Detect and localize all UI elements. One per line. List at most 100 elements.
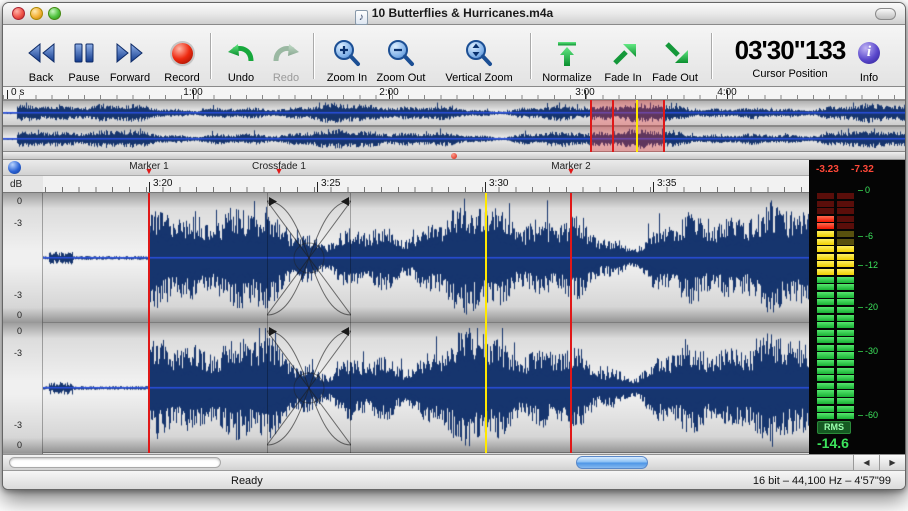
marker-triangle-icon[interactable]: ▼: [567, 166, 576, 176]
toolbar-separator: [210, 33, 211, 79]
zoom-out-icon: [386, 36, 416, 70]
rms-label: RMS: [817, 421, 851, 434]
marker-2-line-overview: [663, 100, 665, 152]
meter-scale-value: -30: [865, 346, 878, 356]
horizontal-scrollbar[interactable]: ◀ ▶: [3, 454, 905, 470]
main-edit-area: Marker 1 ▼ Crossfade 1 ▼ Marker 2 ▼ dB 3…: [3, 160, 905, 454]
db-value: 0: [17, 326, 22, 336]
meter-scale-value: -12: [865, 260, 878, 270]
waveform-channel-left[interactable]: [43, 193, 809, 323]
normalize-label: Normalize: [542, 72, 592, 84]
zoom-out-button[interactable]: Zoom Out: [373, 28, 429, 84]
zoom-out-label: Zoom Out: [377, 72, 426, 84]
peak-value-left: -3.23: [816, 164, 839, 175]
db-label: dB: [10, 179, 22, 190]
selection-region[interactable]: [591, 100, 664, 152]
crossfade-line-overview: [612, 100, 614, 152]
fade-in-button[interactable]: Fade In: [597, 28, 649, 84]
scroll-left-button[interactable]: ◀: [853, 455, 879, 471]
info-icon: i: [858, 36, 880, 70]
db-value: -3: [14, 290, 22, 300]
cursor-position-label: Cursor Position: [715, 68, 865, 80]
scrollbar-thumb[interactable]: [576, 456, 648, 469]
toolbar-separator: [711, 33, 712, 79]
overview-waveform-right[interactable]: [3, 127, 906, 151]
toolbar-separator: [313, 33, 314, 79]
vertical-zoom-icon: [464, 36, 494, 70]
meter-scale-value: -20: [865, 302, 878, 312]
redo-button[interactable]: Redo: [260, 28, 312, 84]
db-value: 0: [17, 196, 22, 206]
vertical-zoom-label: Vertical Zoom: [445, 72, 512, 84]
forward-label: Forward: [110, 72, 150, 84]
status-bar: Ready 16 bit – 44,100 Hz – 4'57"99: [3, 470, 905, 490]
crossfade-overlay[interactable]: [267, 193, 351, 323]
main-ruler[interactable]: 3:20 3:25 3:30 3:35: [43, 176, 809, 193]
marker-2-line: [570, 193, 572, 453]
fade-out-button[interactable]: Fade Out: [647, 28, 703, 84]
fade-out-label: Fade Out: [652, 72, 698, 84]
toolbar-separator: [530, 33, 531, 79]
pane-splitter[interactable]: [3, 152, 905, 160]
rms-value: -14.6: [817, 435, 849, 451]
meter-scale-value: -6: [865, 231, 873, 241]
normalize-button[interactable]: Normalize: [536, 28, 598, 84]
window-title: ♪ 10 Butterflies & Hurricanes.m4a: [3, 6, 905, 25]
overview-waveform[interactable]: [3, 100, 905, 152]
level-meter-right: [837, 193, 854, 421]
cursor-position-value: 03'30"133: [715, 35, 865, 66]
ruler-label: 3:20: [153, 178, 172, 189]
db-value: 0: [17, 310, 22, 320]
db-scale-gutter: 0 -3 -3 0 0 -3 -3 0: [3, 193, 43, 454]
marker-triangle-icon[interactable]: ▼: [145, 166, 154, 176]
waveform-channel-right[interactable]: [43, 323, 809, 453]
scroll-right-button[interactable]: ▶: [879, 455, 905, 471]
pause-button[interactable]: Pause: [58, 28, 110, 84]
db-value: -3: [14, 348, 22, 358]
normalize-icon: [555, 36, 579, 70]
back-label: Back: [29, 72, 53, 84]
level-meter-panel: -3.23 -7.32 0 -6 -12 -20 -30 -60 RMS -14…: [809, 160, 906, 454]
music-file-icon: ♪: [355, 10, 368, 25]
crossfade-overlay[interactable]: [267, 323, 351, 453]
overview-ruler[interactable]: 0 s 1:00 2:00 3:00 4:00: [3, 87, 905, 100]
vertical-zoom-button[interactable]: Vertical Zoom: [436, 28, 522, 84]
ruler-label: 3:25: [321, 178, 340, 189]
zoom-in-label: Zoom In: [327, 72, 367, 84]
db-scale-header: dB: [3, 176, 43, 193]
info-button[interactable]: i Info: [845, 28, 893, 84]
window-title-text: 10 Butterflies & Hurricanes.m4a: [372, 6, 553, 20]
pause-label: Pause: [68, 72, 99, 84]
zoom-in-button[interactable]: Zoom In: [321, 28, 373, 84]
toolbar: Back Pause Forward Record Undo Redo Zoom…: [3, 25, 905, 87]
back-icon: [26, 36, 56, 70]
info-label: Info: [860, 72, 878, 84]
pause-icon: [71, 36, 97, 70]
indicator-icon[interactable]: [8, 161, 21, 174]
db-value: -3: [14, 420, 22, 430]
ruler-label: 3:35: [657, 178, 676, 189]
audio-format-text: 16 bit – 44,100 Hz – 4'57"99: [753, 475, 891, 487]
titlebar[interactable]: ♪ 10 Butterflies & Hurricanes.m4a: [3, 3, 905, 25]
level-meter-left: [817, 193, 834, 421]
progress-track: [9, 457, 221, 468]
forward-button[interactable]: Forward: [104, 28, 156, 84]
meter-scale-value: -60: [865, 410, 878, 420]
overview-waveform-left[interactable]: [3, 101, 906, 125]
status-text: Ready: [231, 475, 263, 487]
marker-triangle-icon[interactable]: ▼: [275, 166, 284, 176]
splitter-handle-icon[interactable]: [451, 153, 457, 159]
record-button[interactable]: Record: [156, 28, 208, 84]
marker-1-line-overview: [590, 100, 592, 152]
record-label: Record: [164, 72, 199, 84]
fade-in-icon: [610, 36, 637, 70]
record-icon: [172, 36, 193, 70]
cursor-position-display: 03'30"133 Cursor Position: [715, 35, 865, 80]
marker-strip[interactable]: Marker 1 ▼ Crossfade 1 ▼ Marker 2 ▼: [3, 160, 809, 176]
toolbar-toggle-button[interactable]: [875, 8, 896, 20]
app-window: ♪ 10 Butterflies & Hurricanes.m4a Back Pa…: [2, 2, 906, 490]
redo-icon: [272, 36, 300, 70]
fade-out-icon: [662, 36, 689, 70]
undo-icon: [227, 36, 255, 70]
ruler-label: 3:30: [489, 178, 508, 189]
